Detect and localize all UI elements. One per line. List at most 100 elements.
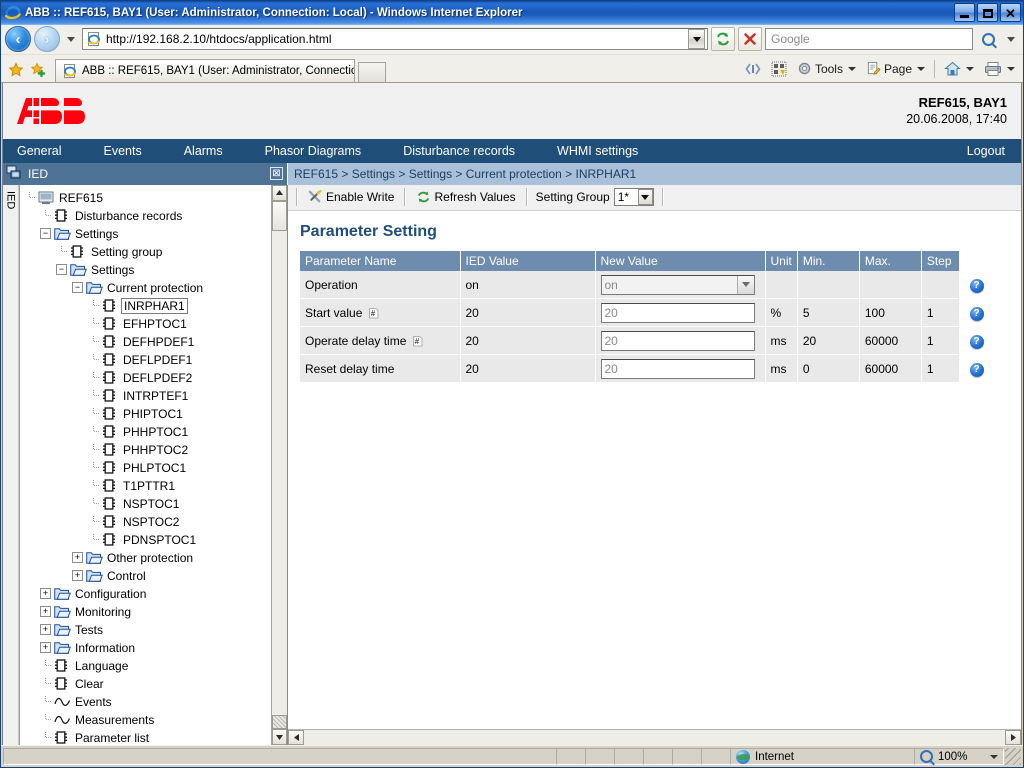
tree-expand-icon[interactable]: + [40, 642, 51, 654]
refresh-values-button[interactable]: Refresh Values [410, 188, 521, 206]
tree-item-ref615[interactable]: REF615 [24, 189, 287, 207]
setting-group-caret-icon[interactable] [637, 189, 653, 206]
search-provider-caret-icon[interactable] [1007, 36, 1015, 42]
home-button[interactable] [940, 59, 978, 79]
help-icon[interactable]: ? [969, 362, 984, 377]
minimize-button[interactable] [954, 3, 975, 23]
add-to-favorites-icon[interactable] [27, 58, 49, 82]
maximize-button[interactable] [977, 3, 998, 23]
scroll-grip[interactable] [272, 715, 287, 729]
safety-icon[interactable] [767, 59, 791, 79]
feeds-icon[interactable] [741, 59, 765, 79]
stop-button[interactable] [738, 27, 762, 52]
tree-item-phiptoc1[interactable]: PHIPTOC1 [24, 405, 287, 423]
tree-collapse-icon[interactable]: − [40, 228, 51, 240]
tree-item-current-protection[interactable]: − Current protection [24, 279, 287, 297]
tree-item-language[interactable]: Language [24, 657, 287, 675]
search-input[interactable]: Google [765, 28, 973, 51]
tree-item-pdnsptoc1[interactable]: PDNSPTOC1 [24, 531, 287, 549]
tree-collapse-icon[interactable]: − [56, 264, 67, 276]
tree-item-clear[interactable]: Clear [24, 675, 287, 693]
resize-grip[interactable] [1005, 748, 1021, 765]
zoom-caret-icon[interactable] [990, 754, 998, 759]
tree-item-deflpdef2[interactable]: DEFLPDEF2 [24, 369, 287, 387]
hscroll-track[interactable] [304, 730, 1005, 745]
enable-write-button[interactable]: Enable Write [302, 188, 400, 206]
tree-expand-icon[interactable]: + [72, 552, 83, 564]
zoom-indicator[interactable]: 100% [914, 748, 1004, 765]
new-value-select[interactable]: on [600, 274, 755, 295]
nav-item-alarms[interactable]: Alarms [184, 144, 241, 158]
security-zone-indicator[interactable]: Internet [730, 748, 915, 765]
back-button[interactable]: ‹ [5, 26, 31, 53]
tree-item-settings[interactable]: − Settings [24, 225, 287, 243]
tree-item-information[interactable]: + Information [24, 639, 287, 657]
address-bar[interactable]: http://192.168.2.10/htdocs/application.h… [82, 28, 708, 51]
tree-collapse-icon[interactable]: − [72, 282, 83, 294]
scroll-thumb[interactable] [272, 200, 287, 231]
ied-vertical-tab[interactable]: IED [3, 184, 19, 745]
logout-link[interactable]: Logout [967, 144, 1005, 158]
nav-item-whmi-settings[interactable]: WHMI settings [557, 144, 656, 158]
tree-item-inrphar1[interactable]: INRPHAR1 [24, 297, 287, 315]
new-value-input[interactable] [600, 358, 755, 379]
print-button[interactable] [980, 59, 1019, 79]
nav-item-general[interactable]: General [17, 144, 79, 158]
scroll-up-arrow-icon[interactable] [272, 184, 287, 201]
tree-item-defhpdef1[interactable]: DEFHPDEF1 [24, 333, 287, 351]
tree-item-t1pttr1[interactable]: T1PTTR1 [24, 477, 287, 495]
tree-item-phlptoc1[interactable]: PHLPTOC1 [24, 459, 287, 477]
tree-item-intrptef1[interactable]: INTRPTEF1 [24, 387, 287, 405]
setting-group-label: Setting Group [535, 190, 610, 205]
tree-vertical-scrollbar[interactable] [271, 184, 287, 745]
tree-expand-icon[interactable]: + [40, 606, 51, 618]
nav-item-events[interactable]: Events [103, 144, 159, 158]
help-icon[interactable]: ? [969, 278, 984, 293]
scroll-down-arrow-icon[interactable] [272, 729, 287, 745]
close-button[interactable]: ✕ [1000, 3, 1021, 23]
refresh-button[interactable] [711, 27, 735, 52]
tree-item-parameter-list[interactable]: Parameter list [24, 729, 287, 745]
tree-item-setting-group[interactable]: Setting group [24, 243, 287, 261]
tree-item-monitoring[interactable]: + Monitoring [24, 603, 287, 621]
address-dropdown-button[interactable] [688, 29, 705, 50]
hscroll-right-arrow-icon[interactable] [1005, 730, 1021, 745]
tree-expand-icon[interactable]: + [40, 588, 51, 600]
forward-button[interactable]: › [34, 26, 60, 53]
tree-item-settings[interactable]: − Settings [24, 261, 287, 279]
new-value-input[interactable] [600, 330, 755, 351]
tree-expand-icon[interactable]: + [40, 624, 51, 636]
recent-pages-caret-icon[interactable] [67, 36, 75, 42]
search-go-button[interactable] [976, 27, 1000, 51]
tree-item-nsptoc2[interactable]: NSPTOC2 [24, 513, 287, 531]
setting-group-select[interactable]: 1* [613, 188, 654, 207]
content-horizontal-scrollbar[interactable] [288, 729, 1021, 745]
close-icon[interactable]: ⊠ [270, 167, 283, 181]
tree-item-nsptoc1[interactable]: NSPTOC1 [24, 495, 287, 513]
tree-item-control[interactable]: + Control [24, 567, 287, 585]
tree-item-phhptoc1[interactable]: PHHPTOC1 [24, 423, 287, 441]
tree-item-efhptoc1[interactable]: EFHPTOC1 [24, 315, 287, 333]
scroll-track[interactable] [272, 230, 287, 715]
tools-menu-button[interactable]: Tools [793, 59, 860, 78]
favorites-star-icon[interactable] [5, 58, 27, 82]
new-tab-button[interactable] [358, 61, 386, 82]
tree-expand-icon[interactable]: + [72, 570, 83, 582]
nav-item-phasor-diagrams[interactable]: Phasor Diagrams [265, 144, 380, 158]
tree-item-deflpdef1[interactable]: DEFLPDEF1 [24, 351, 287, 369]
new-value-caret-icon[interactable] [736, 275, 754, 294]
tree-item-disturbance-records[interactable]: Disturbance records [24, 207, 287, 225]
page-menu-button[interactable]: Page [862, 59, 929, 78]
browser-tab[interactable]: ABB :: REF615, BAY1 (User: Administrator… [55, 58, 355, 82]
hscroll-left-arrow-icon[interactable] [288, 730, 304, 745]
new-value-input[interactable] [600, 302, 755, 323]
help-icon[interactable]: ? [969, 334, 984, 349]
tree-item-other-protection[interactable]: + Other protection [24, 549, 287, 567]
tree-item-configuration[interactable]: + Configuration [24, 585, 287, 603]
tree-item-tests[interactable]: + Tests [24, 621, 287, 639]
help-icon[interactable]: ? [969, 306, 984, 321]
tree-item-events[interactable]: Events [24, 693, 287, 711]
tree-item-phhptoc2[interactable]: PHHPTOC2 [24, 441, 287, 459]
nav-item-disturbance-records[interactable]: Disturbance records [403, 144, 533, 158]
tree-item-measurements[interactable]: Measurements [24, 711, 287, 729]
